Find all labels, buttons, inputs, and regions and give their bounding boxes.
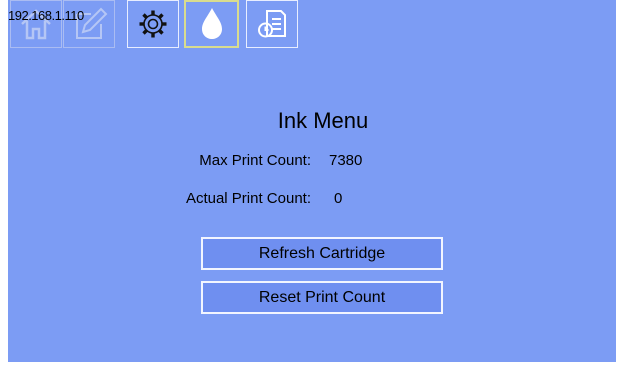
reset-print-count-button[interactable]: Reset Print Count: [201, 281, 443, 314]
refresh-cartridge-button[interactable]: Refresh Cartridge: [201, 237, 443, 270]
max-print-count-label: Max Print Count:: [199, 152, 311, 169]
ink-button[interactable]: [184, 0, 239, 48]
actual-print-count-value: 0: [334, 190, 343, 207]
actual-print-count-label: Actual Print Count:: [185, 190, 311, 207]
report-button[interactable]: [246, 0, 298, 48]
document-report-icon: [258, 10, 286, 38]
gear-icon: [139, 10, 167, 38]
ip-address: 192.168.1.110: [8, 8, 84, 23]
max-print-count-value: 7380: [329, 152, 363, 169]
ink-drop-icon: [201, 8, 222, 39]
settings-button[interactable]: [127, 0, 179, 48]
ink-menu-screen: 192.168.1.110 Ink Menu Max Print Count: …: [8, 0, 616, 362]
page-title: Ink Menu: [277, 108, 369, 133]
